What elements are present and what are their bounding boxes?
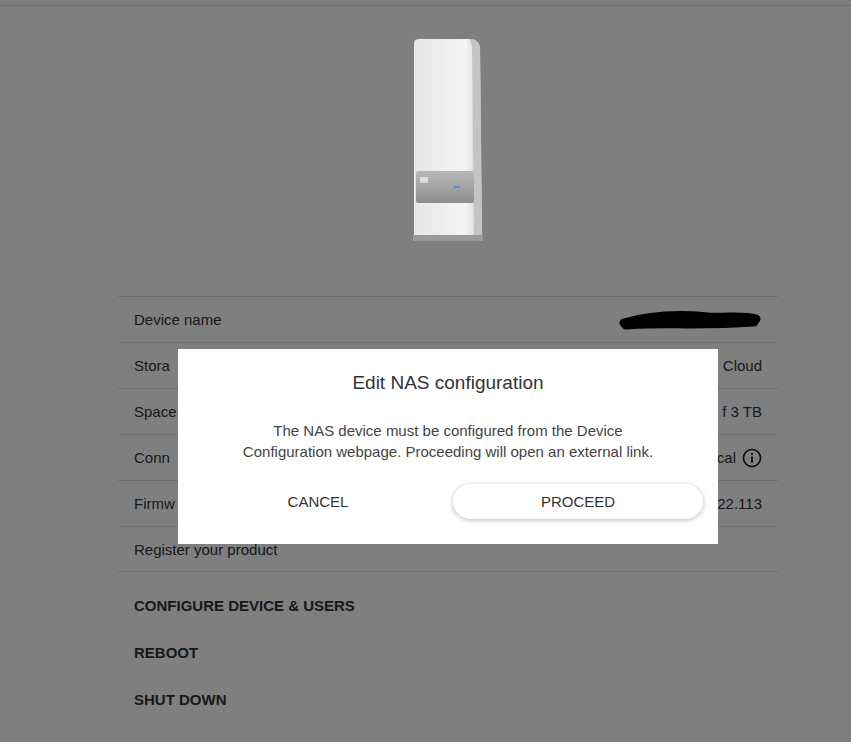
- edit-nas-dialog: Edit NAS configuration The NAS device mus…: [178, 349, 718, 544]
- device-page: Device nameStoraCloudSpacef 3 TBConncalF…: [0, 0, 851, 742]
- dialog-title: Edit NAS configuration: [193, 371, 703, 395]
- nas-device-icon: [408, 37, 488, 245]
- proceed-button[interactable]: PROCEED: [453, 484, 703, 519]
- dialog-buttons: CANCEL PROCEED: [193, 484, 703, 519]
- dialog-body: The NAS device must be configured from t…: [193, 420, 703, 462]
- body-line: Configuration webpage. Proceeding will o…: [193, 441, 703, 462]
- device-image: [408, 6, 488, 245]
- body-line: The NAS device must be configured from t…: [193, 420, 703, 441]
- cancel-button[interactable]: CANCEL: [193, 484, 443, 519]
